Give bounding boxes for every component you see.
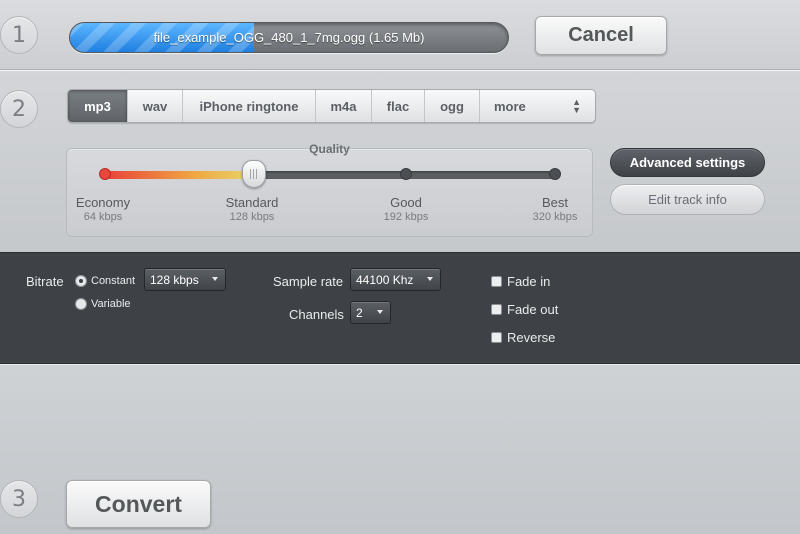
- quality-stop-good[interactable]: [400, 168, 412, 180]
- advanced-settings-button[interactable]: Advanced settings: [610, 148, 765, 177]
- bitrate-constant-radio[interactable]: [75, 275, 87, 287]
- tab-flac[interactable]: flac: [372, 90, 425, 122]
- tab-more[interactable]: more ▲ ▼: [480, 90, 595, 122]
- bitrate-constant-label: Constant: [91, 275, 136, 287]
- edit-track-info-button[interactable]: Edit track info: [610, 184, 765, 215]
- upload-section: 1 file_example_OGG_480_1_7mg.ogg (1.65 M…: [0, 0, 800, 70]
- quality-name: Economy: [75, 195, 131, 210]
- format-section: 2 mp3 wav iPhone ringtone m4a flac ogg m…: [0, 71, 800, 252]
- step-number-1: 1: [0, 16, 38, 54]
- tab-iphone-ringtone[interactable]: iPhone ringtone: [183, 90, 316, 122]
- upload-filename: file_example_OGG_480_1_7mg.ogg (1.65 Mb): [153, 30, 425, 45]
- channels-select-value: 2: [356, 305, 363, 320]
- bitrate-variable-label: Variable: [91, 298, 131, 310]
- quality-label-good: Good 192 kbps: [384, 195, 429, 223]
- fade-out-label: Fade out: [507, 302, 559, 317]
- quality-slider-fill: [105, 171, 254, 179]
- chevron-down-icon: [427, 277, 433, 281]
- quality-slider-panel: Quality Economy 64 kbps Standard 128 kbp…: [66, 142, 593, 237]
- advanced-settings-panel: Bitrate Constant Variable 128 kbps Sampl…: [0, 252, 800, 364]
- quality-label-economy: Economy 64 kbps: [76, 195, 130, 223]
- tab-m4a[interactable]: m4a: [316, 90, 372, 122]
- quality-rate: 320 kbps: [532, 211, 578, 223]
- fade-in-checkbox[interactable]: [491, 276, 502, 287]
- quality-rate: 128 kbps: [229, 211, 275, 223]
- tab-more-label: more: [494, 98, 526, 114]
- sample-rate-select[interactable]: 44100 Khz: [350, 268, 441, 291]
- reverse-label: Reverse: [507, 330, 556, 345]
- quality-label-standard: Standard 128 kbps: [226, 195, 279, 223]
- quality-title: Quality: [309, 142, 350, 156]
- tab-mp3[interactable]: mp3: [68, 90, 128, 122]
- quality-name: Best: [541, 195, 568, 210]
- bitrate-variable-radio[interactable]: [75, 298, 87, 310]
- quality-name: Standard: [225, 195, 279, 210]
- bitrate-select[interactable]: 128 kbps: [144, 268, 226, 291]
- step-number-3: 3: [0, 480, 38, 518]
- sample-rate-select-value: 44100 Khz: [356, 272, 414, 287]
- quality-slider-thumb[interactable]: [242, 160, 266, 188]
- format-tabs: mp3 wav iPhone ringtone m4a flac ogg mor…: [67, 89, 596, 123]
- convert-button[interactable]: Convert: [66, 480, 211, 528]
- sample-rate-label: Sample rate: [273, 274, 344, 289]
- quality-rate: 64 kbps: [83, 211, 123, 223]
- bitrate-select-value: 128 kbps: [150, 272, 199, 287]
- channels-select[interactable]: 2: [350, 301, 391, 324]
- quality-label-best: Best 320 kbps: [533, 195, 578, 223]
- tab-wav[interactable]: wav: [128, 90, 183, 122]
- fade-out-checkbox[interactable]: [491, 304, 502, 315]
- quality-stop-economy[interactable]: [99, 168, 111, 180]
- quality-stop-best[interactable]: [549, 168, 561, 180]
- upload-progress-bar: file_example_OGG_480_1_7mg.ogg (1.65 Mb): [69, 22, 509, 53]
- step-number-2: 2: [0, 90, 38, 128]
- quality-rate: 192 kbps: [383, 211, 429, 223]
- chevron-down-icon: [377, 310, 383, 314]
- quality-name: Good: [390, 195, 422, 210]
- up-down-arrows-icon: ▲ ▼: [572, 97, 581, 115]
- quality-slider-track[interactable]: [105, 171, 555, 179]
- fade-in-label: Fade in: [507, 274, 551, 289]
- reverse-checkbox[interactable]: [491, 332, 502, 343]
- chevron-down-icon: [212, 277, 218, 281]
- convert-section: 3 Convert: [0, 364, 800, 534]
- tab-ogg[interactable]: ogg: [425, 90, 480, 122]
- cancel-button[interactable]: Cancel: [535, 16, 667, 55]
- bitrate-label: Bitrate: [26, 274, 64, 289]
- channels-label: Channels: [289, 307, 344, 322]
